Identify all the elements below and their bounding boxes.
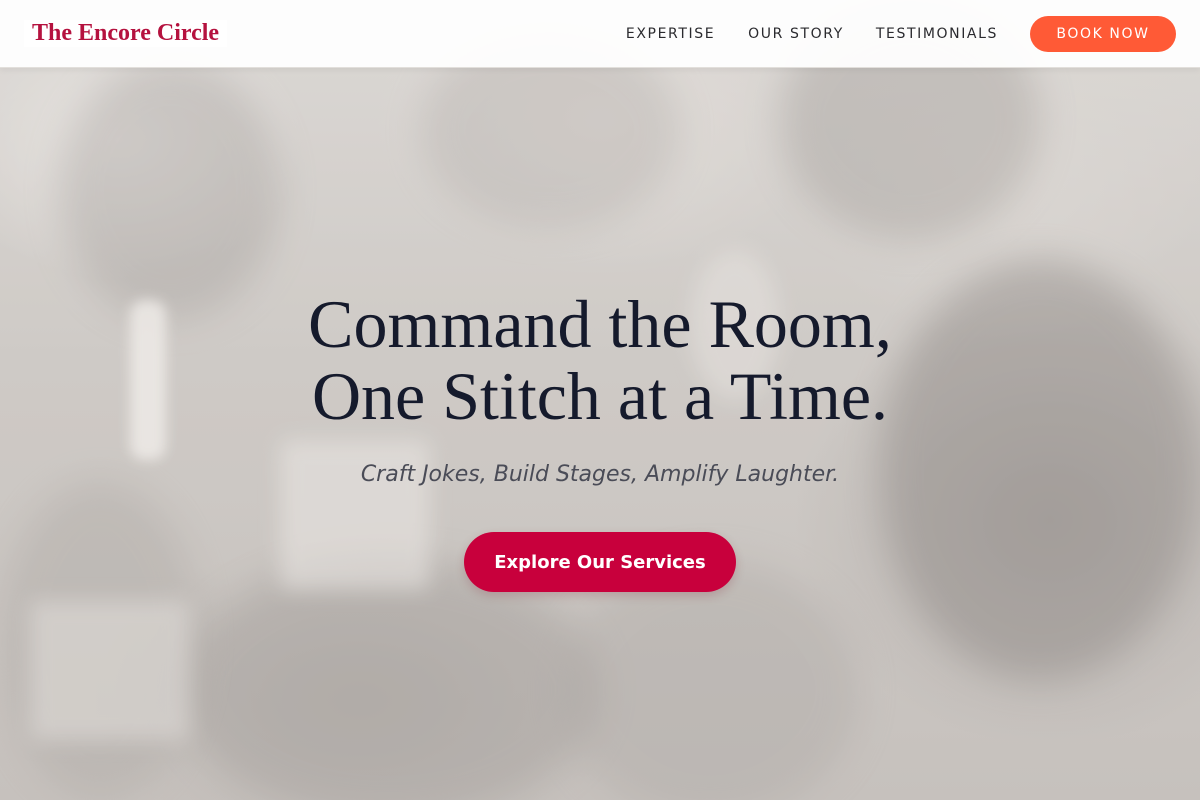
nav-link-our-story[interactable]: OUR STORY: [748, 26, 844, 42]
explore-services-button[interactable]: Explore Our Services: [464, 532, 736, 592]
hero-headline: Command the Room, One Stitch at a Time.: [0, 288, 1200, 432]
hero-section: Command the Room, One Stitch at a Time. …: [0, 288, 1200, 592]
hero-subheadline: Craft Jokes, Build Stages, Amplify Laugh…: [360, 462, 840, 487]
main-nav: EXPERTISE OUR STORY TESTIMONIALS BOOK NO…: [626, 16, 1176, 52]
brand-logo[interactable]: The Encore Circle: [24, 20, 228, 47]
nav-link-testimonials[interactable]: TESTIMONIALS: [876, 26, 998, 42]
hero-headline-line-2: One Stitch at a Time.: [311, 358, 889, 434]
book-now-button[interactable]: BOOK NOW: [1030, 16, 1176, 52]
site-header: The Encore Circle EXPERTISE OUR STORY TE…: [0, 0, 1200, 68]
hero-headline-line-1: Command the Room,: [308, 286, 892, 362]
nav-link-expertise[interactable]: EXPERTISE: [626, 26, 715, 42]
